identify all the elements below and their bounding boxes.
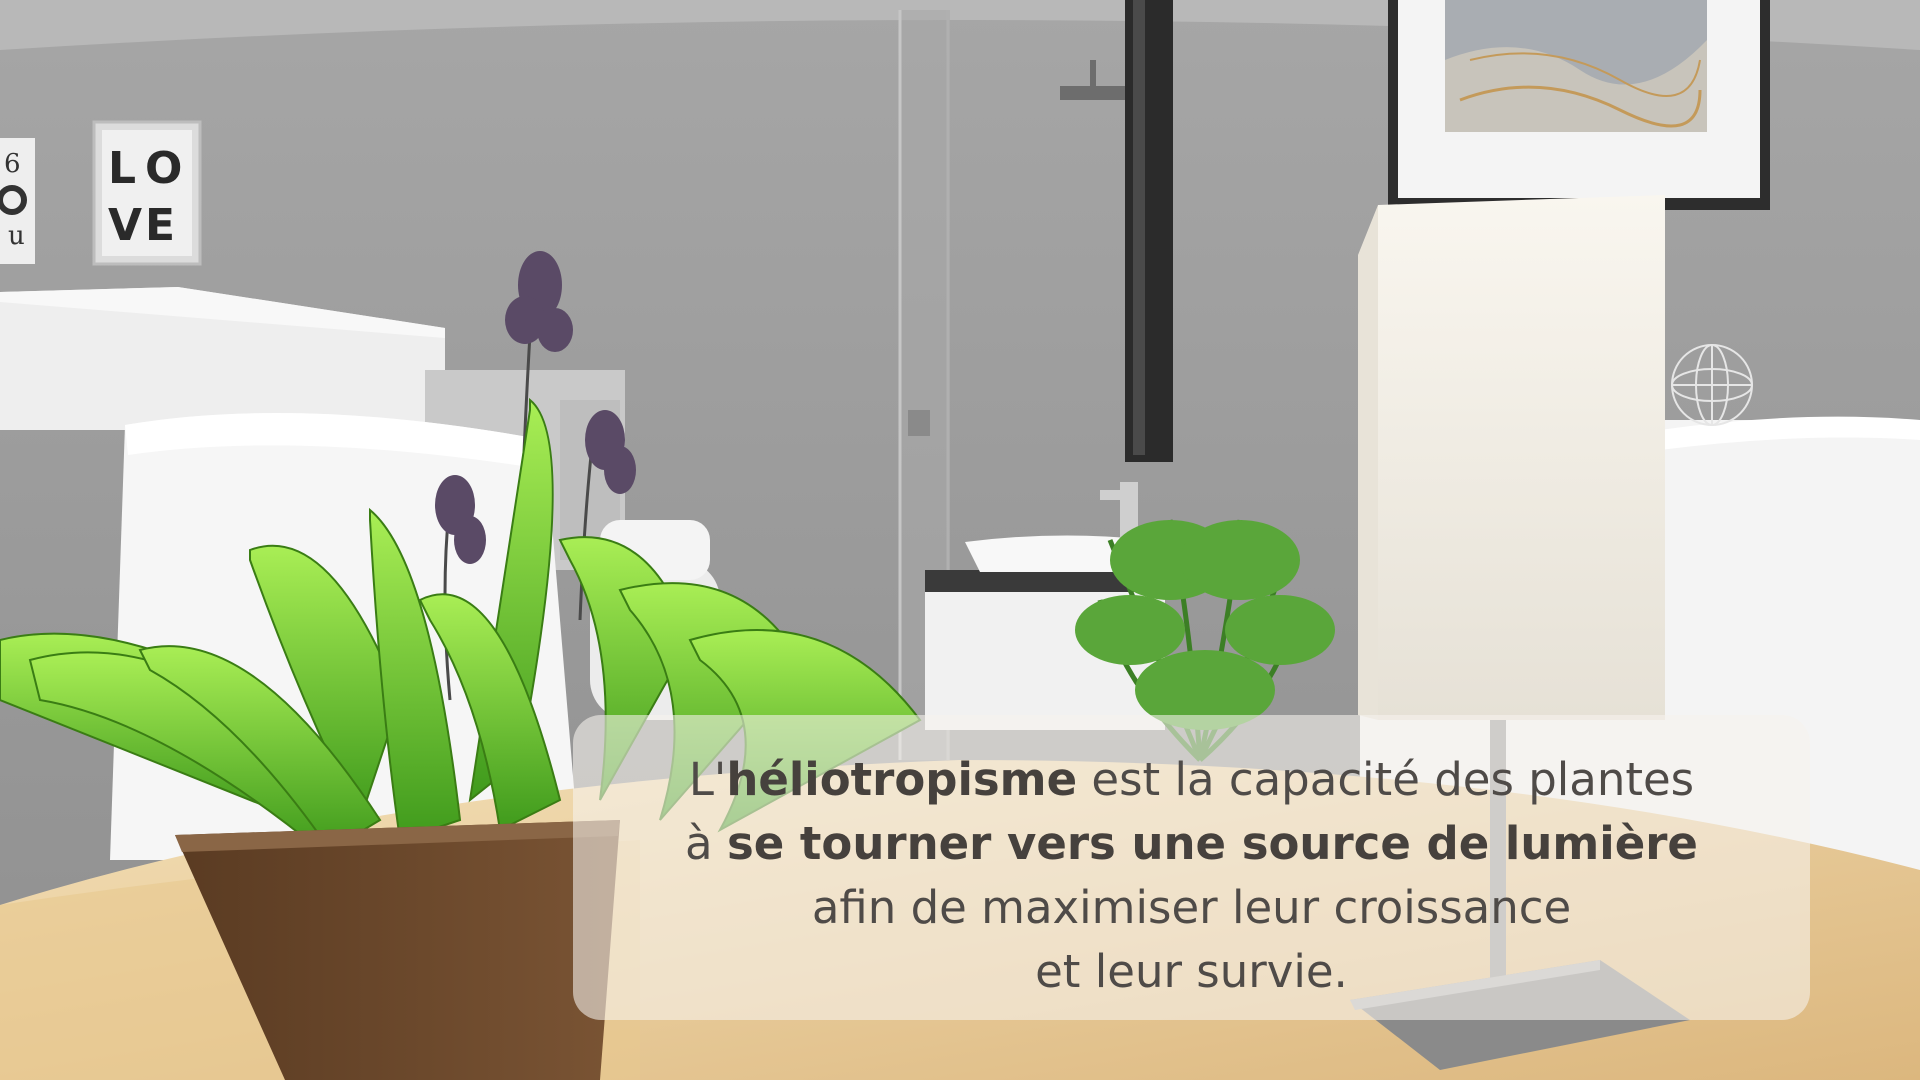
caption-line-3: afin de maximiser leur croissance [811,881,1572,934]
love-letter-l: L [108,143,136,194]
caption-emphasis-light-source: se tourner vers une source de lumière [726,817,1698,870]
love-letter-e: E [145,200,175,251]
left-poster-digit: 6 [4,149,21,179]
caption-line-4: et leur survie. [1035,945,1348,998]
left-poster: 6 u [0,138,35,264]
left-poster-letter: u [8,221,25,251]
caption-line-1-suffix: est la capacité des plantes [1077,753,1695,806]
wire-sphere [1671,344,1753,426]
love-poster: L O V E [92,120,202,266]
tall-mirror [1125,0,1173,462]
caption-line-1-prefix: L' [688,753,727,806]
caption-line-2-prefix: à [685,817,727,870]
caption-line-1: L'héliotropisme est la capacité des plan… [573,748,1810,812]
love-letter-o: O [145,143,182,194]
caption-term-heliotropisme: héliotropisme [726,753,1078,806]
love-letter-v: V [108,200,142,251]
abstract-art-frame [1388,0,1770,210]
caption-line-2: à se tourner vers une source de lumière [573,812,1810,876]
caption-text: L'héliotropisme est la capacité des plan… [573,748,1810,1004]
